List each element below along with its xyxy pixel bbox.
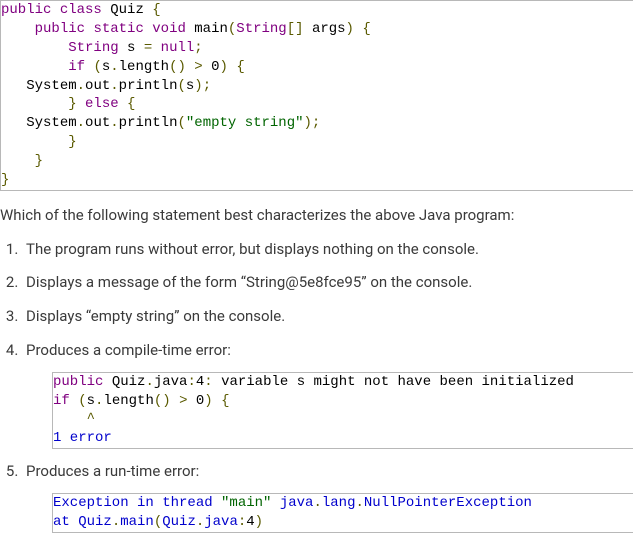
option-1: The program runs without error, but disp… — [22, 239, 633, 261]
option-1-text: The program runs without error, but disp… — [26, 240, 479, 258]
option-5-text: Produces a run-time error: — [26, 462, 199, 480]
question-text: Which of the following statement best ch… — [0, 205, 633, 227]
option-4: Produces a compile-time error: public Qu… — [22, 340, 633, 449]
options-list: The program runs without error, but disp… — [0, 239, 633, 533]
option-3: Displays “empty string” on the console. — [22, 306, 633, 328]
option-4-code: public Quiz.java:4: variable s might not… — [52, 372, 633, 450]
option-5: Produces a run-time error: Exception in … — [22, 461, 633, 533]
option-2: Displays a message of the form “String@5… — [22, 272, 633, 294]
option-2-text: Displays a message of the form “String@5… — [26, 273, 472, 291]
option-4-text: Produces a compile-time error: — [26, 341, 231, 359]
main-code-block: public class Quiz { public static void m… — [0, 0, 633, 191]
option-5-code: Exception in thread "main" java.lang.Nul… — [52, 493, 633, 533]
option-3-text: Displays “empty string” on the console. — [26, 307, 285, 325]
